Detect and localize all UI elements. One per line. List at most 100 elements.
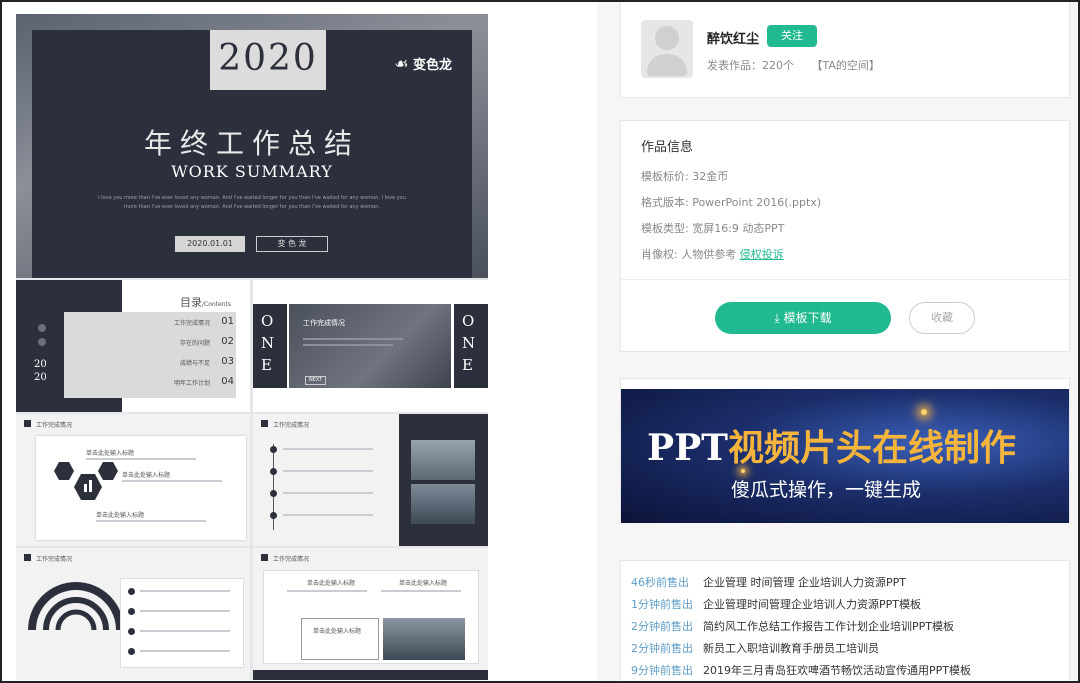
info-row-value: 人物供参考 (681, 248, 740, 261)
ticker-item[interactable]: 9分钟前售出 2019年三月青岛狂欢啤酒节畅饮活动宣传通用PPT模板 (631, 662, 971, 678)
info-card: 作品信息 模板标价: 32金币 格式版本: PowerPoint 2016(.pp… (620, 120, 1070, 352)
ticker-time: 9分钟前售出 (631, 664, 693, 677)
one-slide: ONE 工作完成情况 NEXT ONE (253, 280, 488, 412)
toc-item: 工作完成情况 01 (64, 316, 236, 336)
author-name[interactable]: 醉饮红尘 (707, 28, 759, 47)
timeline-dot (270, 490, 277, 497)
ticker-item[interactable]: 2分钟前售出 简约风工作总结工作报告工作计划企业培训PPT模板 (631, 618, 954, 634)
slide-title: 工作完成情况 (273, 556, 310, 563)
timeline-slide: 工作完成情况 (253, 414, 488, 546)
info-row-value: 宽屏16:9 动态PPT (692, 222, 785, 235)
sidebar: 醉饮红尘 关注 发表作品：220个 【TA的空间】 作品信息 模板标价: 32金… (597, 2, 1078, 681)
toc-heading-en: /Contents (202, 301, 232, 308)
info-row: 格式版本: PowerPoint 2016(.pptx) (641, 194, 821, 210)
brand-logo-text: 变色龙 (412, 58, 452, 73)
ticker-time: 46秒前售出 (631, 576, 689, 589)
ticker-title[interactable]: 新员工入职培训教育手册员工培训员 (703, 642, 879, 655)
ticker-title[interactable]: 企业管理时间管理企业培训人力资源PPT模板 (703, 598, 921, 611)
author-space-link[interactable]: 【TA的空间】 (812, 59, 880, 72)
two-column-slide: 工作完成情况 单击此处输入标题 单击此处输入标题 单击此处输入标题 (253, 548, 488, 680)
arc-bullet (128, 608, 135, 615)
toc-year: 20 20 (34, 358, 47, 384)
input-box-label: 单击此处输入标题 (313, 628, 362, 635)
slide-title: 工作完成情况 (36, 422, 73, 429)
info-row-label: 模板类型: (641, 222, 693, 235)
ticker-time: 2分钟前售出 (631, 620, 693, 633)
hexagon-slide: 工作完成情况 单击此处输入标题 单击此处输入标题 单击此处输入标题 (16, 414, 250, 546)
avatar[interactable] (641, 20, 693, 78)
slide-title: 工作完成情况 (36, 556, 73, 563)
info-row-label: 格式版本: (641, 196, 693, 209)
arc-text (140, 610, 230, 612)
author-stats: 发表作品：220个 【TA的空间】 (707, 57, 880, 73)
report-link[interactable]: 侵权投诉 (740, 248, 784, 261)
one-left-text: ONE (261, 312, 275, 374)
info-row-value: 32金币 (692, 170, 729, 183)
info-row: 肖像权: 人物供参考 侵权投诉 (641, 246, 784, 262)
col-caption-right: 单击此处输入标题 (399, 580, 448, 587)
one-line-1 (303, 338, 403, 340)
toc-heading-cn: 目录 (180, 296, 202, 309)
info-row: 模板类型: 宽屏16:9 动态PPT (641, 220, 784, 236)
ticker-item[interactable]: 1分钟前售出 企业管理时间管理企业培训人力资源PPT模板 (631, 596, 921, 612)
col-text (287, 590, 367, 592)
collect-button[interactable]: 收藏 (909, 302, 975, 334)
author-card: 醉饮红尘 关注 发表作品：220个 【TA的空间】 (620, 2, 1070, 98)
hexagon-cluster (54, 462, 118, 500)
ticker-time: 1分钟前售出 (631, 598, 693, 611)
two-col-photo (383, 618, 465, 660)
input-box (301, 618, 379, 660)
cover-slide: 2020 ☙ 变色龙 年终工作总结 WORK SUMMARY I love yo… (16, 14, 488, 278)
toc-year-bottom: 20 (34, 372, 47, 383)
toc-item-number: 02 (221, 336, 234, 347)
works-count: 220个 (762, 59, 794, 72)
arc-bullet (128, 588, 135, 595)
one-next-tag: NEXT (305, 376, 327, 385)
timeline-photo-panel (399, 414, 488, 546)
arc-bullet (128, 628, 135, 635)
toc-item: 明年工作计划 04 (64, 376, 236, 396)
info-row-label: 模板标价: (641, 170, 693, 183)
banner-headline-main: 视频片头在线制作 (727, 427, 1016, 469)
download-button[interactable]: ⤓ 模板下载 (715, 302, 891, 334)
download-icon: ⤓ (774, 311, 780, 325)
two-col-bottom-bar (253, 670, 488, 680)
timeline-text (283, 492, 373, 494)
ticker-title[interactable]: 2019年三月青岛狂欢啤酒节畅饮活动宣传通用PPT模板 (703, 664, 971, 677)
arc-bullet (128, 648, 135, 655)
one-line-2 (303, 344, 393, 346)
arc-text (140, 630, 230, 632)
template-preview[interactable]: 2020 ☙ 变色龙 年终工作总结 WORK SUMMARY I love yo… (16, 14, 488, 680)
banner-card: PPT视频片头在线制作 傻瓜式操作，一键生成 (620, 378, 1070, 523)
toc-item-label: 成绩与不足 (179, 360, 210, 367)
timeline-text (283, 514, 373, 516)
download-label: 模板下载 (783, 311, 832, 325)
cover-date: 2020.01.01 (175, 236, 245, 252)
timeline-photo-2 (411, 484, 475, 524)
hexagon-text-line (96, 520, 206, 522)
hexagon-text-line (122, 480, 222, 482)
slide-title-icon (24, 554, 31, 561)
ticker-title[interactable]: 简约风工作总结工作报告工作计划企业培训PPT模板 (703, 620, 954, 633)
sales-ticker: 46秒前售出 企业管理 时间管理 企业培训人力资源PPT 1分钟前售出 企业管理时间管… (620, 560, 1070, 681)
page-frame: 2020 ☙ 变色龙 年终工作总结 WORK SUMMARY I love yo… (0, 0, 1080, 683)
hexagon-text-line (86, 458, 196, 460)
timeline-dot (270, 468, 277, 475)
follow-button[interactable]: 关注 (767, 25, 817, 47)
promo-banner[interactable]: PPT视频片头在线制作 傻瓜式操作，一键生成 (621, 389, 1069, 523)
arc-slide: 工作完成情况 (16, 548, 250, 680)
works-label: 发表作品： (707, 59, 762, 72)
ticker-title[interactable]: 企业管理 时间管理 企业培训人力资源PPT (703, 576, 906, 589)
toc-slide: 目录/Contents 20 20 工作完成情况 01 存在的问题 02 成绩与不足 03… (16, 280, 250, 412)
chameleon-icon: ☙ (394, 54, 409, 73)
hexagon-caption-3: 单击此处输入标题 (96, 512, 145, 519)
toc-item-label: 工作完成情况 (173, 320, 210, 327)
toc-item-number: 03 (221, 356, 234, 367)
ticker-time: 2分钟前售出 (631, 642, 693, 655)
info-row-label: 肖像权: (641, 248, 682, 261)
toc-item-label: 存在的问题 (179, 340, 210, 347)
slide-title-icon (24, 420, 31, 427)
ticker-item[interactable]: 2分钟前售出 新员工入职培训教育手册员工培训员 (631, 640, 879, 656)
arc-text (140, 590, 230, 592)
ticker-item[interactable]: 46秒前售出 企业管理 时间管理 企业培训人力资源PPT (631, 574, 906, 590)
